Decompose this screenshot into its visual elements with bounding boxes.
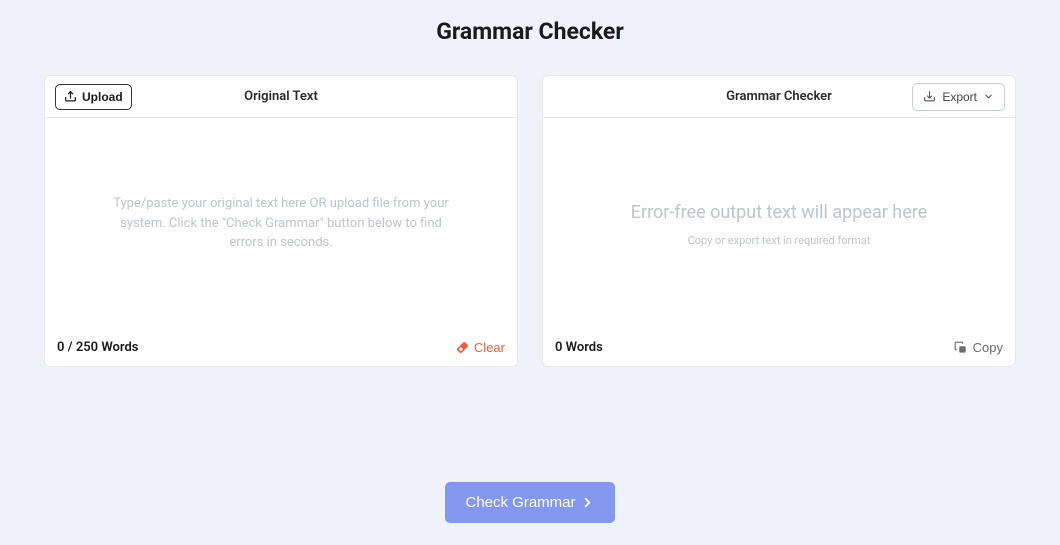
output-panel-footer: 0 Words Copy	[543, 329, 1015, 366]
output-panel: Grammar Checker Export Error-f	[542, 75, 1016, 367]
upload-button-label: Upload	[82, 90, 123, 104]
output-panel-header: Grammar Checker Export	[543, 76, 1015, 118]
input-text-area[interactable]: Type/paste your original text here OR up…	[45, 118, 517, 329]
panels-container: Upload Original Text Type/paste your ori…	[0, 75, 1060, 367]
upload-icon	[64, 90, 77, 103]
output-panel-title: Grammar Checker	[726, 89, 832, 104]
action-bar: Check Grammar	[0, 482, 1060, 523]
copy-button[interactable]: Copy	[954, 340, 1003, 355]
clear-button[interactable]: Clear	[455, 340, 505, 355]
check-grammar-button[interactable]: Check Grammar	[445, 482, 614, 523]
input-placeholder: Type/paste your original text here OR up…	[105, 194, 457, 253]
page-title: Grammar Checker	[0, 0, 1060, 75]
output-word-count: 0 Words	[555, 340, 603, 355]
eraser-icon	[455, 340, 470, 355]
output-placeholder-subtitle: Copy or export text in required format	[688, 234, 871, 247]
check-grammar-button-label: Check Grammar	[465, 494, 575, 511]
upload-button[interactable]: Upload	[55, 84, 132, 110]
output-text-area: Error-free output text will appear here …	[543, 118, 1015, 329]
input-panel-title: Original Text	[244, 89, 318, 104]
export-button-label: Export	[942, 90, 977, 104]
input-panel-footer: 0 / 250 Words Clear	[45, 329, 517, 366]
download-icon	[923, 90, 936, 103]
input-panel: Upload Original Text Type/paste your ori…	[44, 75, 518, 367]
copy-icon	[954, 341, 968, 355]
input-panel-header: Upload Original Text	[45, 76, 517, 118]
chevron-right-icon	[580, 495, 595, 510]
export-button[interactable]: Export	[912, 83, 1005, 111]
input-word-count: 0 / 250 Words	[57, 340, 138, 355]
clear-button-label: Clear	[474, 340, 505, 355]
copy-button-label: Copy	[973, 340, 1003, 355]
output-placeholder-title: Error-free output text will appear here	[631, 200, 927, 226]
chevron-down-icon	[983, 91, 994, 102]
